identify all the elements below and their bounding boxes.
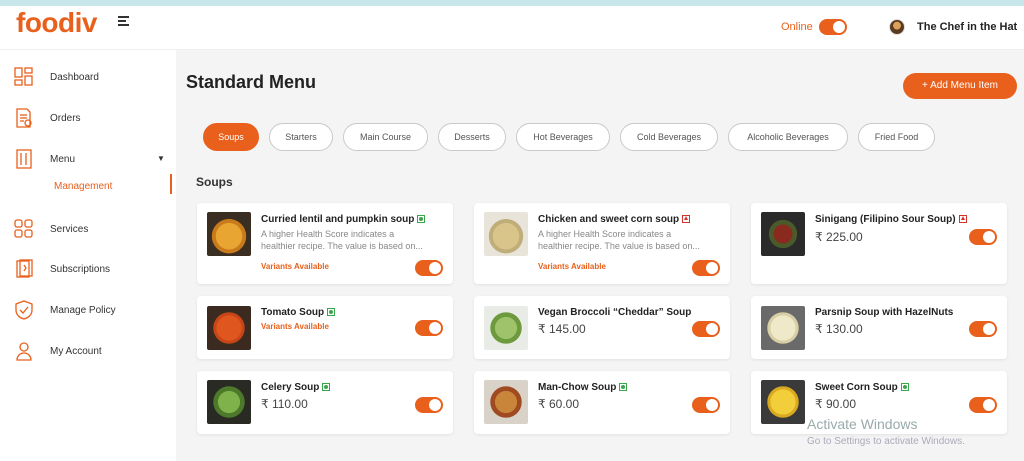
item-description: A higher Health Score indicates a healthi… <box>538 229 700 251</box>
online-label: Online <box>781 21 813 33</box>
item-toggle[interactable] <box>969 321 997 337</box>
active-indicator <box>170 174 172 194</box>
menu-book-icon <box>16 149 32 169</box>
sidebar-item-menu[interactable]: Menu ▼ <box>0 147 176 177</box>
veg-mark-icon <box>619 383 628 391</box>
item-name: Tomato Soup <box>261 307 336 318</box>
user-name[interactable]: The Chef in the Hat <box>917 21 1017 33</box>
services-icon <box>14 219 33 238</box>
variants-available-label[interactable]: Variants Available <box>538 262 606 271</box>
subscriptions-icon <box>16 259 33 278</box>
sidebar-item-label: My Account <box>50 346 102 357</box>
avatar[interactable] <box>889 19 905 35</box>
item-description: A higher Health Score indicates a healthi… <box>261 229 423 251</box>
tab-desserts[interactable]: Desserts <box>438 123 506 151</box>
menu-item-card[interactable]: Celery Soup ₹ 110.00 <box>197 371 453 434</box>
tab-cold-beverages[interactable]: Cold Beverages <box>620 123 718 151</box>
orders-icon <box>16 108 32 128</box>
item-name: Sweet Corn Soup <box>815 382 909 393</box>
menu-item-card[interactable]: Vegan Broccoli “Cheddar” Soup ₹ 145.00 <box>474 296 730 359</box>
item-toggle[interactable] <box>692 397 720 413</box>
item-price: ₹ 145.00 <box>538 322 586 336</box>
menu-item-card[interactable]: Man-Chow Soup ₹ 60.00 <box>474 371 730 434</box>
item-name: Chicken and sweet corn soup <box>538 214 691 225</box>
tab-alcoholic-beverages[interactable]: Alcoholic Beverages <box>728 123 848 151</box>
item-toggle[interactable] <box>969 229 997 245</box>
sidebar-item-orders[interactable]: Orders <box>0 106 176 136</box>
section-title: Soups <box>196 175 233 189</box>
item-name: Vegan Broccoli “Cheddar” Soup <box>538 307 692 318</box>
dashboard-icon <box>14 67 33 86</box>
sidebar-subitem-management[interactable]: Management <box>54 181 112 192</box>
menu-item-card[interactable]: Sinigang (Filipino Sour Soup) ₹ 225.00 <box>751 203 1007 284</box>
item-toggle[interactable] <box>415 397 443 413</box>
sidebar-item-manage-policy[interactable]: Manage Policy <box>0 298 176 328</box>
sidebar-item-my-account[interactable]: My Account <box>0 339 176 369</box>
tab-fried-food[interactable]: Fried Food <box>858 123 935 151</box>
item-toggle[interactable] <box>969 397 997 413</box>
item-toggle[interactable] <box>692 321 720 337</box>
item-price: ₹ 110.00 <box>261 397 308 411</box>
item-toggle[interactable] <box>415 320 443 336</box>
food-thumbnail <box>207 380 251 424</box>
food-thumbnail <box>761 212 805 256</box>
activate-windows-subtext: Go to Settings to activate Windows. <box>807 436 965 447</box>
item-price: ₹ 90.00 <box>815 397 856 411</box>
sidebar-item-label: Services <box>50 224 89 235</box>
food-thumbnail <box>761 380 805 424</box>
activate-windows-watermark: Activate Windows <box>807 416 918 432</box>
variants-available-label[interactable]: Variants Available <box>261 322 329 331</box>
item-name: Celery Soup <box>261 382 331 393</box>
item-name: Curried lentil and pumpkin soup <box>261 214 426 225</box>
menu-item-card[interactable]: Tomato Soup Variants Available <box>197 296 453 359</box>
item-name: Man-Chow Soup <box>538 382 628 393</box>
sidebar-item-label: Manage Policy <box>50 305 116 316</box>
veg-mark-icon <box>327 308 336 316</box>
item-name: Sinigang (Filipino Sour Soup) <box>815 214 967 225</box>
food-thumbnail <box>484 306 528 350</box>
top-header: foodiv Online The Chef in the Hat <box>0 6 1024 50</box>
item-price: ₹ 130.00 <box>815 322 863 336</box>
food-thumbnail <box>207 212 251 256</box>
menu-item-card[interactable]: Chicken and sweet corn soup A higher Hea… <box>474 203 730 284</box>
tab-main-course[interactable]: Main Course <box>343 123 428 151</box>
tab-soups[interactable]: Soups <box>203 123 259 151</box>
page-title: Standard Menu <box>186 72 317 92</box>
item-toggle[interactable] <box>692 260 720 276</box>
brand-logo[interactable]: foodiv <box>16 7 98 39</box>
food-thumbnail <box>761 306 805 350</box>
add-menu-item-button[interactable]: + Add Menu Item <box>903 73 1017 99</box>
sidebar-item-subscriptions[interactable]: Subscriptions <box>0 257 176 287</box>
non-veg-mark-icon <box>682 215 691 223</box>
account-icon <box>16 342 32 361</box>
menu-item-card[interactable]: Parsnip Soup with HazelNuts ₹ 130.00 <box>751 296 1007 359</box>
variants-available-label[interactable]: Variants Available <box>261 262 329 271</box>
veg-mark-icon <box>900 383 909 391</box>
veg-mark-icon <box>322 383 331 391</box>
sidebar-item-label: Subscriptions <box>50 264 111 275</box>
sidebar-item-label: Dashboard <box>50 72 99 83</box>
item-price: ₹ 225.00 <box>815 230 863 244</box>
sidebar-item-label: Menu <box>50 154 76 165</box>
food-thumbnail <box>484 380 528 424</box>
policy-shield-icon <box>15 300 33 320</box>
item-toggle[interactable] <box>415 260 443 276</box>
sidebar-item-services[interactable]: Services <box>0 217 176 247</box>
tab-hot-beverages[interactable]: Hot Beverages <box>516 123 610 151</box>
sidebar-item-label: Orders <box>50 113 81 124</box>
item-name: Parsnip Soup with HazelNuts <box>815 307 954 318</box>
sidebar: Dashboard Orders Menu ▼ Management Servi… <box>0 50 176 461</box>
menu-icon[interactable] <box>118 16 130 28</box>
food-thumbnail <box>207 306 251 350</box>
veg-mark-icon <box>417 215 426 223</box>
non-veg-mark-icon <box>958 215 967 223</box>
chevron-down-icon: ▼ <box>157 154 165 163</box>
item-price: ₹ 60.00 <box>538 397 579 411</box>
food-thumbnail <box>484 212 528 256</box>
online-toggle[interactable] <box>819 19 847 35</box>
tab-starters[interactable]: Starters <box>269 123 333 151</box>
menu-item-card[interactable]: Curried lentil and pumpkin soup A higher… <box>197 203 453 284</box>
sidebar-item-dashboard[interactable]: Dashboard <box>0 65 176 95</box>
